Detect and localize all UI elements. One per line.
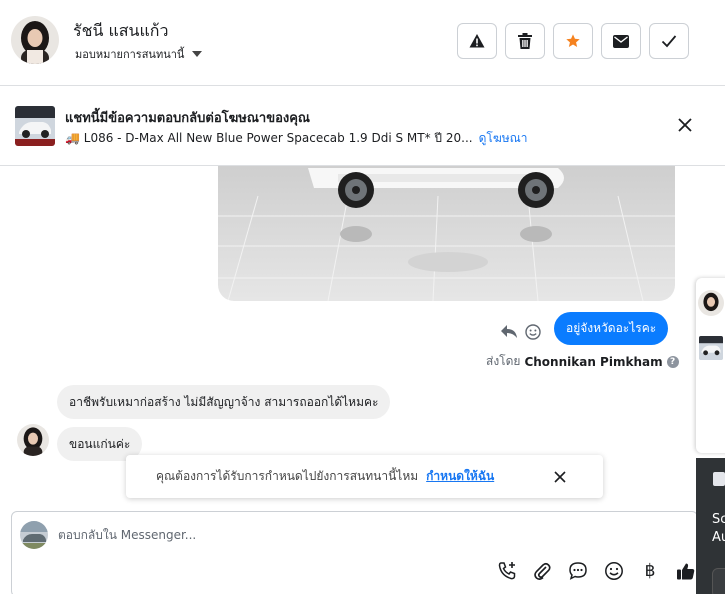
side-conversation-list	[696, 278, 725, 453]
assign-conversation-dropdown[interactable]: มอบหมายการสนทนานี้	[75, 45, 203, 63]
reply-input[interactable]	[58, 522, 658, 548]
conversation-header: รัชนี แสนแก้ว มอบหมายการสนทนานี้	[0, 0, 725, 86]
ad-banner-title: แชทนี้มีข้อความตอบกลับต่อโฆษณาของคุณ	[65, 111, 310, 126]
quick-reply-icon[interactable]	[567, 560, 589, 582]
side-panel-text-2: Au	[712, 530, 725, 545]
side-ad-thumbnail[interactable]	[699, 336, 723, 360]
star-button[interactable]	[553, 23, 593, 59]
smiley-react-icon[interactable]	[525, 324, 541, 340]
close-icon[interactable]	[553, 470, 567, 484]
sent-by-prefix: ส่งโดย	[486, 354, 521, 368]
checkmark-icon	[661, 35, 677, 48]
side-dark-panel: Sc Au	[696, 458, 725, 594]
warning-icon	[469, 34, 485, 48]
thumbs-up-icon[interactable]	[675, 560, 697, 582]
message-thread[interactable]: อยู่จังหวัดอะไรคะ ส่งโดย Chonnikan Pimkh…	[0, 166, 700, 511]
assign-prompt-toast: คุณต้องการได้รับการกำหนดไปยังการสนทนานี้…	[126, 455, 603, 498]
side-panel-text-1: Sc	[712, 512, 725, 527]
assign-to-me-link[interactable]: กำหนดให้ฉัน	[426, 467, 494, 486]
report-button[interactable]	[457, 23, 497, 59]
close-icon[interactable]	[676, 116, 694, 134]
contact-name: รัชนี แสนแก้ว	[73, 21, 169, 40]
sent-by-label: ส่งโดย Chonnikan Pimkham ?	[486, 352, 679, 371]
baht-icon[interactable]: ฿	[639, 560, 661, 582]
side-contact-avatar[interactable]	[698, 290, 724, 316]
emoji-icon[interactable]	[603, 560, 625, 582]
paperclip-icon[interactable]	[531, 560, 553, 582]
ad-reply-banner: แชทนี้มีข้อความตอบกลับต่อโฆษณาของคุณ 🚚 L…	[0, 86, 725, 166]
envelope-icon	[613, 34, 629, 48]
chevron-down-icon	[192, 51, 203, 57]
reply-icon[interactable]	[501, 325, 517, 338]
assign-label: มอบหมายการสนทนานี้	[75, 48, 185, 61]
call-plus-icon[interactable]	[496, 560, 518, 582]
page-avatar	[20, 521, 48, 549]
star-icon	[566, 34, 580, 47]
outgoing-message[interactable]: อยู่จังหวัดอะไรคะ	[554, 312, 669, 345]
incoming-message[interactable]: อาชีพรับเหมาก่อสร้าง ไม่มีสัญญาจ้าง สามา…	[57, 385, 391, 419]
side-panel-button[interactable]	[712, 568, 725, 594]
toast-text: คุณต้องการได้รับการกำหนดไปยังการสนทนานี้…	[156, 469, 419, 483]
shared-car-photo[interactable]	[218, 166, 675, 301]
help-icon[interactable]: ?	[666, 355, 679, 368]
ad-text: 🚚 L086 - D-Max All New Blue Power Spacec…	[65, 131, 473, 145]
contact-avatar-small[interactable]	[17, 424, 49, 456]
ad-thumbnail[interactable]	[15, 106, 55, 146]
message-composer: ฿	[11, 511, 698, 594]
document-icon	[713, 472, 725, 486]
ad-description: 🚚 L086 - D-Max All New Blue Power Spacec…	[65, 129, 528, 148]
trash-icon	[518, 33, 532, 49]
view-ad-link[interactable]: ดูโฆษณา	[479, 131, 528, 145]
contact-avatar[interactable]	[11, 16, 59, 64]
delete-button[interactable]	[505, 23, 545, 59]
mark-done-button[interactable]	[649, 23, 689, 59]
sender-name: Chonnikan Pimkham	[524, 354, 663, 369]
mark-unread-button[interactable]	[601, 23, 641, 59]
